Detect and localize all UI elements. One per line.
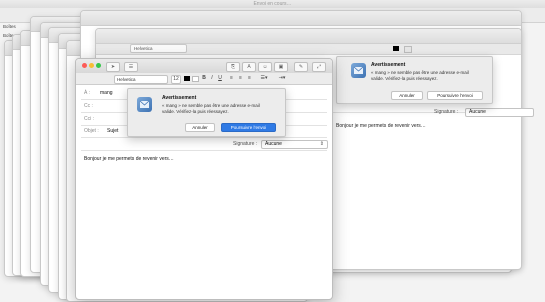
back-font-selector[interactable]: Helvetica bbox=[130, 44, 187, 53]
back-signature-label: Signature : bbox=[434, 109, 459, 115]
format-toolbar: Helvetica 12 B I U ≡ ≡ ≡ ☰▾ ⇥▾ bbox=[76, 73, 332, 85]
font-family-value: Helvetica bbox=[117, 77, 136, 82]
background-color-swatch[interactable] bbox=[192, 76, 199, 82]
markup-icon[interactable]: ✎ bbox=[294, 62, 308, 72]
italic-button[interactable]: I bbox=[209, 75, 215, 82]
close-button[interactable] bbox=[82, 63, 87, 68]
alert-sheet: Avertissement « mang » ne semble pas êtr… bbox=[127, 88, 286, 137]
chevron-updown-icon: ⇕ bbox=[319, 141, 324, 147]
list-icon[interactable]: ☰▾ bbox=[258, 75, 270, 82]
zoom-button[interactable] bbox=[96, 63, 101, 68]
attach-icon[interactable]: ⎘ bbox=[226, 62, 240, 72]
cc-label: Cc : bbox=[84, 103, 93, 109]
mail-icon bbox=[351, 63, 366, 78]
font-family-select[interactable]: Helvetica bbox=[114, 75, 168, 84]
indent-icon[interactable]: ⇥▾ bbox=[276, 75, 288, 82]
align-left-icon[interactable]: ≡ bbox=[228, 75, 235, 82]
signature-value: Aucune bbox=[265, 141, 282, 147]
back-signature-value: Aucune bbox=[469, 109, 486, 115]
expand-icon[interactable]: ⤢ bbox=[312, 62, 326, 72]
back-signature-select[interactable]: Aucune bbox=[465, 108, 534, 117]
subject-label: Objet : bbox=[84, 128, 99, 134]
window-title-bar: ➤ ☰ ⎘ A ☺ ▣ ✎ ⤢ bbox=[76, 59, 332, 73]
back-format-swatch[interactable] bbox=[393, 46, 399, 51]
app-title: Envoi en cours… bbox=[253, 1, 292, 7]
signature-select[interactable]: Aucune ⇕ bbox=[261, 140, 328, 149]
back-alert-message: « mang » ne semble pas être une adresse … bbox=[371, 70, 469, 82]
to-label: À : bbox=[84, 90, 91, 96]
mail-icon bbox=[137, 97, 152, 112]
back-format-swatch[interactable] bbox=[404, 46, 412, 53]
message-body[interactable]: Bonjour je me permets de revenir vers… bbox=[84, 156, 174, 162]
cancel-button[interactable]: Annuler bbox=[185, 123, 215, 132]
subject-value[interactable]: Sujet bbox=[107, 128, 118, 134]
back-cancel-button[interactable]: Annuler bbox=[391, 91, 423, 100]
minimize-button[interactable] bbox=[89, 63, 94, 68]
header-fields-icon[interactable]: ☰ bbox=[124, 62, 138, 72]
bold-button[interactable]: B bbox=[201, 75, 207, 82]
alert-message: « mang » ne semble pas être une adresse … bbox=[162, 103, 260, 115]
align-center-icon[interactable]: ≡ bbox=[237, 75, 244, 82]
bcc-label: Cci : bbox=[84, 116, 94, 122]
text-color-swatch[interactable] bbox=[184, 76, 190, 81]
signature-label: Signature : bbox=[233, 141, 258, 147]
continue-send-button[interactable]: Poursuivre l’envoi bbox=[221, 123, 276, 132]
sidebar-item-boites[interactable]: Boîtes bbox=[3, 24, 16, 29]
back-continue-button[interactable]: Poursuivre l’envoi bbox=[427, 91, 483, 100]
underline-button[interactable]: U bbox=[217, 75, 223, 82]
format-icon[interactable]: A bbox=[242, 62, 256, 72]
font-size-select[interactable]: 12 bbox=[171, 75, 181, 84]
to-value[interactable]: mang bbox=[100, 90, 113, 96]
photo-icon[interactable]: ▣ bbox=[274, 62, 288, 72]
back-alert-title: Avertissement bbox=[371, 62, 406, 68]
back-alert-sheet: Avertissement « mang » ne semble pas êtr… bbox=[336, 56, 493, 104]
signature-row: Signature : Aucune ⇕ bbox=[81, 139, 328, 151]
alert-title: Avertissement bbox=[162, 95, 197, 101]
align-right-icon[interactable]: ≡ bbox=[246, 75, 253, 82]
send-icon[interactable]: ➤ bbox=[106, 62, 120, 72]
emoji-icon[interactable]: ☺ bbox=[258, 62, 272, 72]
back-body-text: Bonjour je me permets de revenir vers… bbox=[336, 123, 426, 129]
